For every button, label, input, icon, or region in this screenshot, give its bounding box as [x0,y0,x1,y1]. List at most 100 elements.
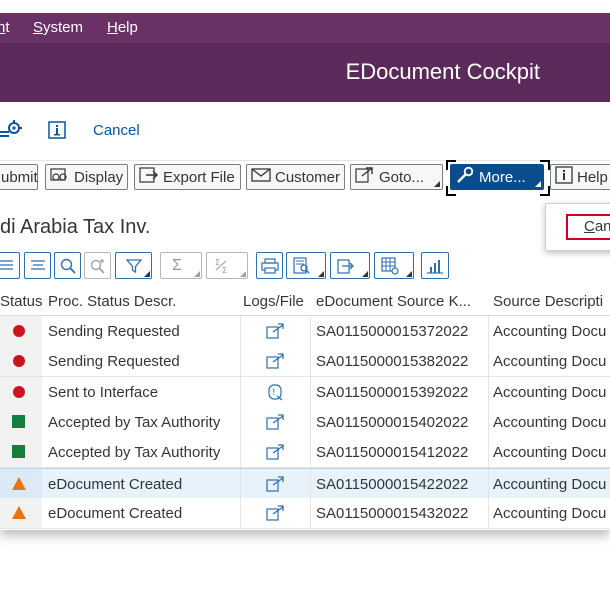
display-button[interactable]: Display [45,164,128,190]
proc-status-descr-cell: eDocument Created [48,504,183,522]
align-left-button[interactable] [0,252,20,279]
align-center-button[interactable] [24,252,51,279]
print-button[interactable] [256,252,283,279]
menu-item-help-key: H [107,19,118,36]
column-separator [488,376,489,407]
export-icon[interactable] [266,352,286,374]
column-separator [240,376,241,407]
export-icon[interactable] [266,413,286,435]
column-header-source-description[interactable]: Source Descripti [493,293,603,310]
proc-status-descr-cell: Sent to Interface [48,383,159,401]
table-row[interactable]: Sending Requested SA0115000015372022 Accou… [0,316,610,347]
table-row[interactable]: Accepted by Tax Authority SA0115000015412… [0,437,610,469]
more-button-label: More... [479,168,526,186]
export-button[interactable] [330,252,370,279]
focus-corner [446,186,456,196]
total-button[interactable]: Σ [160,252,202,279]
status-cell [0,497,42,528]
glasses-icon [50,167,74,187]
view-button[interactable] [286,252,326,279]
table-row[interactable]: Accepted by Tax Authority SA0115000015402… [0,406,610,438]
proc-status-descr-cell: eDocument Created [48,475,183,493]
goto-dropdown-icon [434,181,440,187]
export-icon[interactable] [266,443,286,465]
column-separator [310,497,311,528]
column-separator [240,497,241,528]
log-detail-icon[interactable]: ! [266,383,286,405]
align-center-icon [30,259,45,270]
help-button[interactable]: Help [550,164,610,190]
application-toolbar: Cancel [0,102,610,161]
graphic-button[interactable] [421,252,449,279]
more-dropdown-menu: Can [545,203,610,251]
proc-status-descr-cell: Sending Requested [48,353,180,371]
cancel-menu-item[interactable]: Can [566,214,610,240]
find-next-button[interactable] [84,252,111,279]
layout-button[interactable] [374,252,414,279]
proc-status-descr-cell: Accepted by Tax Authority [48,444,221,462]
column-header-proc-status-descr[interactable]: Proc. Status Descr. [48,293,176,310]
info-icon[interactable] [48,121,66,144]
menu-item-cut[interactable]: nt [0,19,10,36]
source-key-cell: SA0115000015402022 [316,413,469,431]
table-row[interactable]: eDocument Created SA0115000015422022 Accou… [0,467,610,500]
source-description-cell: Accounting Docu [493,475,607,493]
customer-button-label: Customer [275,168,341,186]
source-description-cell: Accounting Docu [493,504,607,522]
cancel-menu-item-key: C [584,218,595,235]
column-separator [310,437,311,468]
goto-button[interactable]: Goto... [350,164,443,190]
svg-text:Σ: Σ [215,258,220,267]
column-separator [310,346,311,377]
table-row[interactable]: Sending Requested SA0115000015382022 Accou… [0,346,610,378]
printer-icon [260,257,279,274]
wrench-icon [455,166,479,188]
find-button[interactable] [54,252,81,279]
column-header-logs-file[interactable]: Logs/File [243,293,304,310]
subtotal-button[interactable]: ΣΣ [206,252,248,279]
cancel-menu-item-label: an [594,218,610,235]
status-red-circle-icon [12,324,26,342]
svg-text:Σ: Σ [222,266,227,275]
settings-icon[interactable] [0,120,22,145]
status-cell [0,468,42,499]
column-header-status[interactable]: Status [0,293,43,310]
menu-item-system[interactable]: System [33,19,83,36]
menu-item-system-label: ystem [43,19,84,36]
customer-button[interactable]: Customer [246,164,345,190]
status-green-square-icon [12,414,25,432]
menu-item-help[interactable]: Help [107,19,138,36]
help-button-label: Help [577,168,608,186]
column-separator [240,468,241,499]
bar-chart-icon [427,259,443,274]
export-dropdown-icon [362,271,368,277]
column-separator [488,437,489,468]
source-key-cell: SA0115000015382022 [316,353,469,371]
menu-bar: nt System Help [0,13,610,44]
focus-corner [540,186,550,196]
column-separator [488,497,489,528]
export-file-button[interactable]: Export File [134,164,241,190]
export-file-icon [139,166,163,188]
export-icon[interactable] [266,475,286,497]
function-button-row: ubmit Display Export File Customer Goto.… [0,160,610,198]
info-icon [555,166,577,188]
column-separator [240,406,241,437]
table-row[interactable]: Sent to Interface! SA0115000015392022 Acco… [0,376,610,408]
cancel-button[interactable]: Cancel [93,122,140,139]
filter-button[interactable] [115,252,152,279]
export-icon[interactable] [266,322,286,344]
column-separator [240,346,241,377]
submit-button[interactable]: ubmit [0,164,38,190]
table-row[interactable]: eDocument Created SA0115000015432022 Accou… [0,497,610,529]
status-cell [0,437,42,468]
more-button[interactable]: More... [450,164,544,190]
goto-arrow-icon [355,166,379,188]
export-icon[interactable] [266,504,286,526]
export-icon [337,258,354,274]
menu-item-help-label: elp [117,19,138,36]
column-header-source-key[interactable]: eDocument Source K... [316,293,471,310]
proc-status-descr-cell: Accepted by Tax Authority [48,413,221,431]
title-bar: EDocument Cockpit [0,43,610,102]
column-separator [488,468,489,499]
